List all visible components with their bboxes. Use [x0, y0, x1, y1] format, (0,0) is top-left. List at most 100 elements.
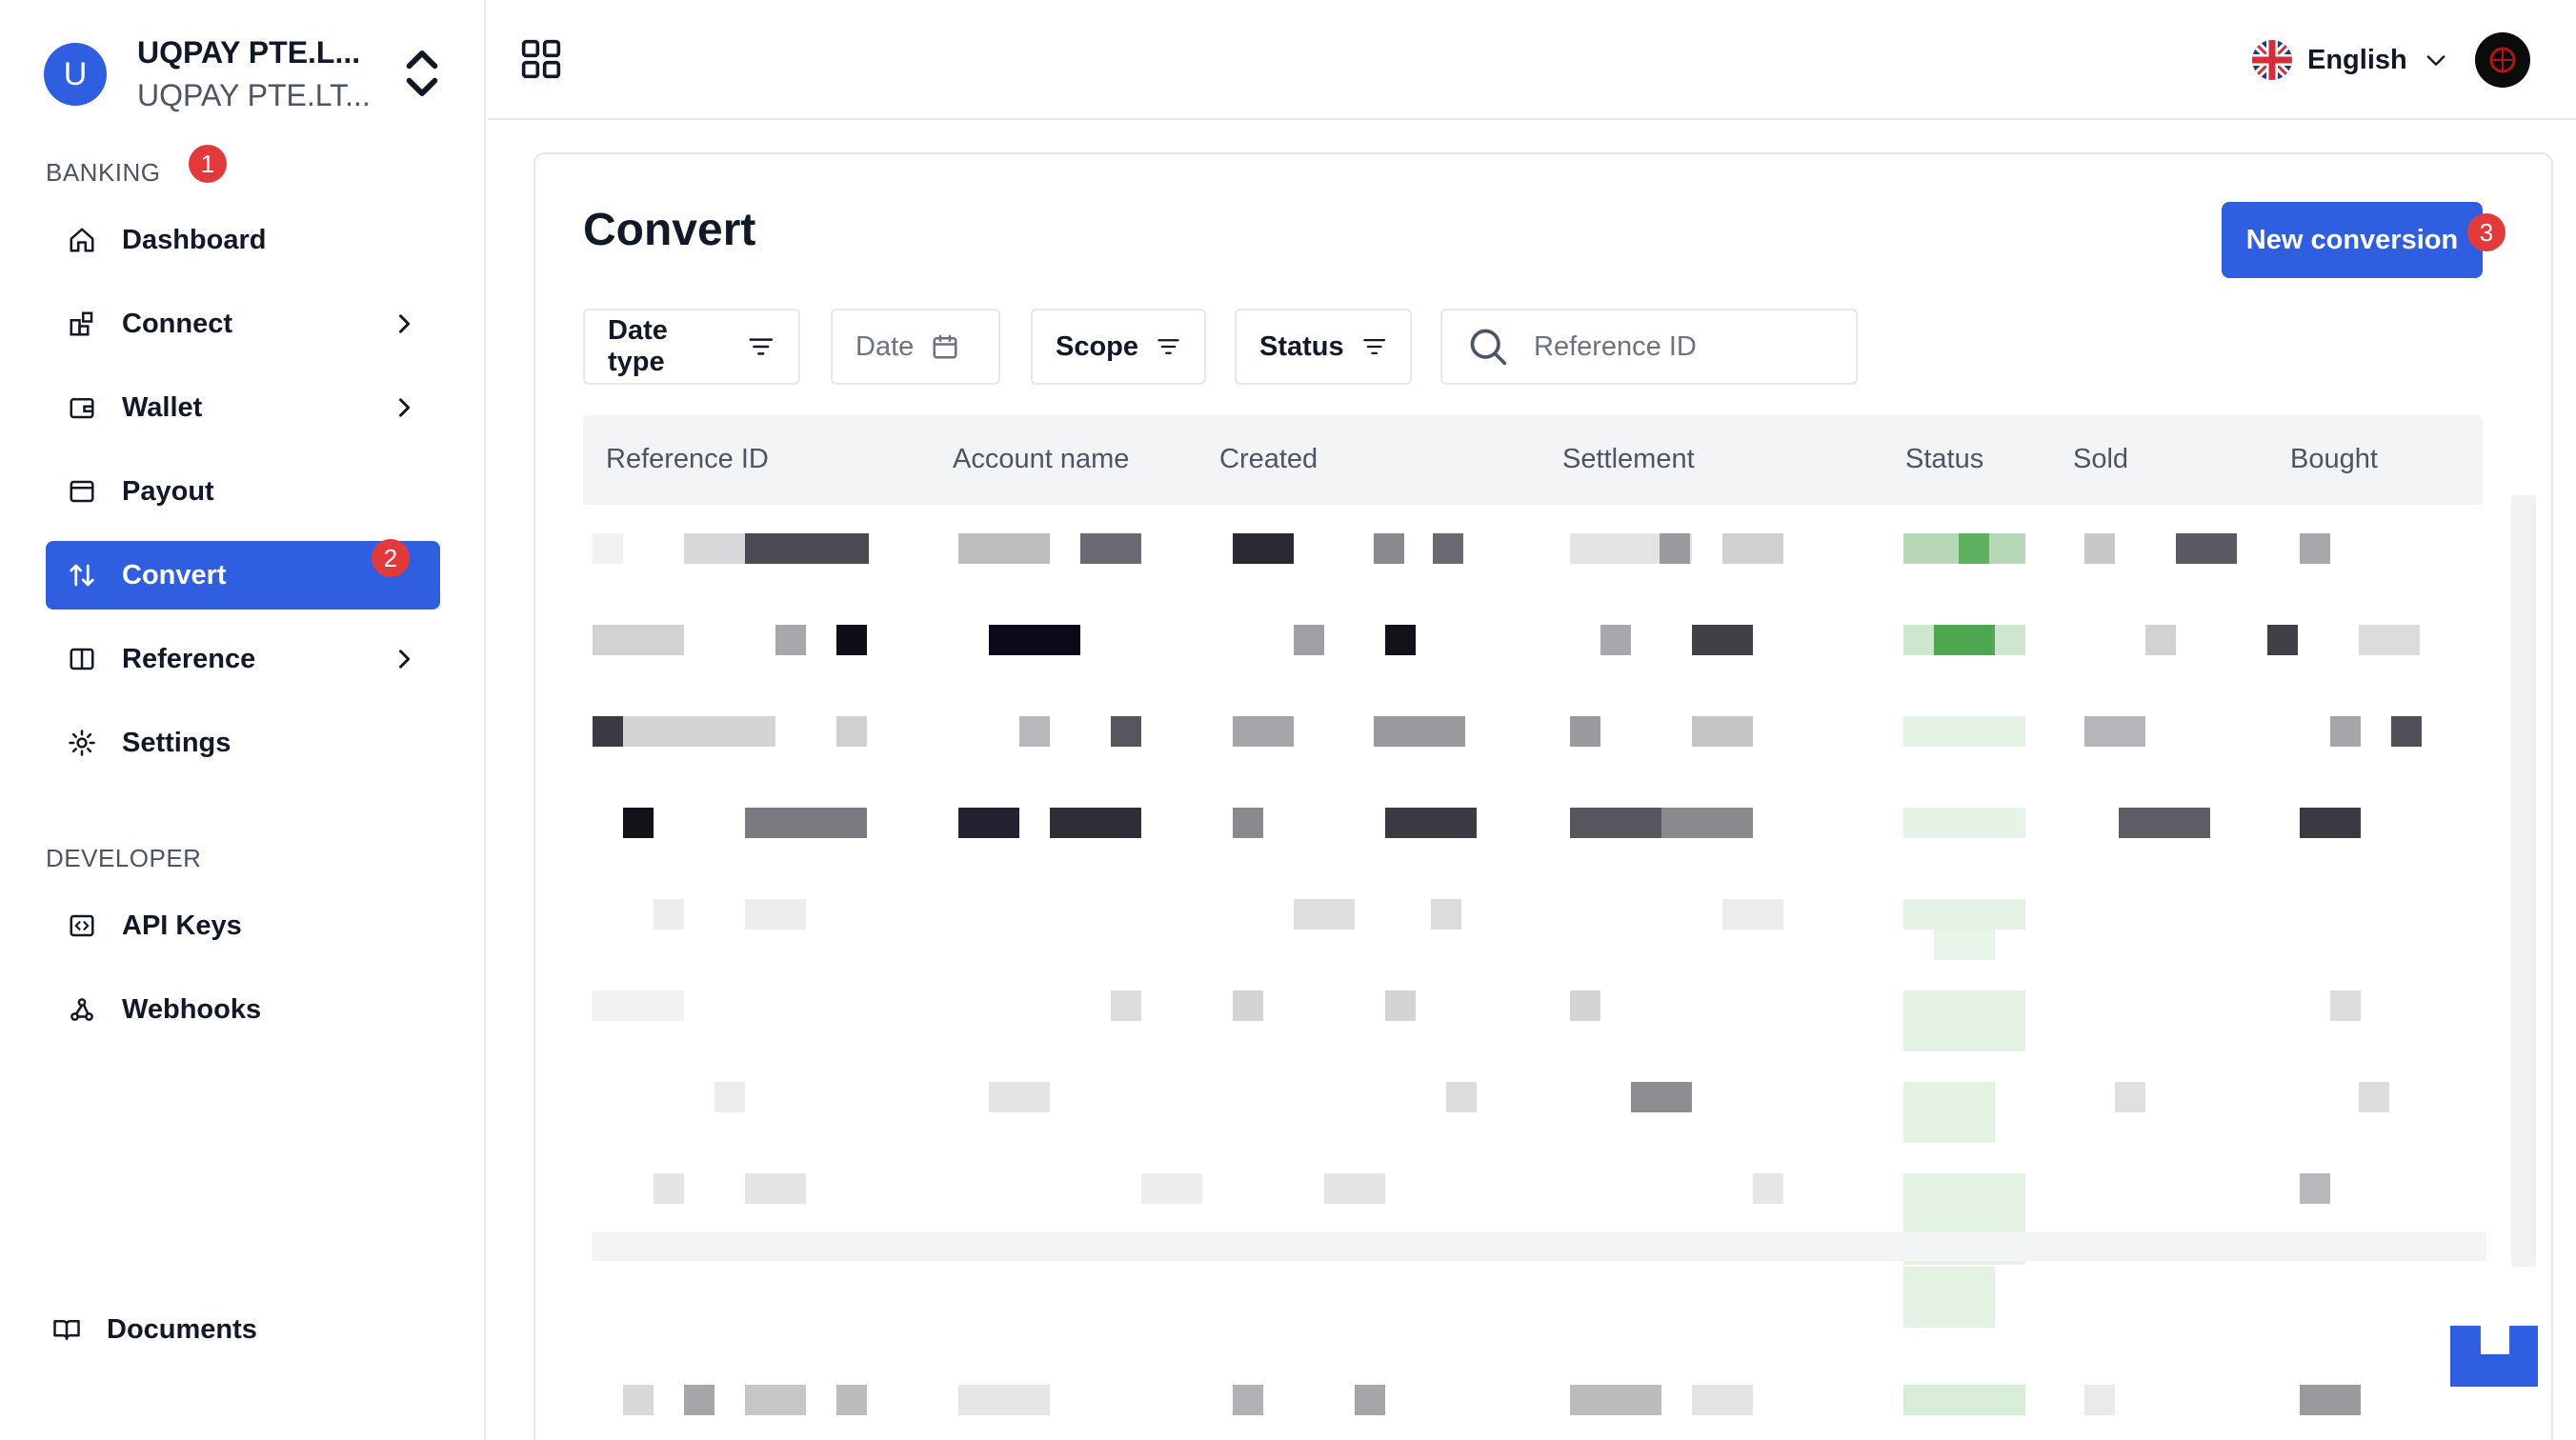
col-status[interactable]: Status [1905, 444, 1983, 475]
table-row[interactable] [583, 505, 2483, 596]
table-body [583, 505, 2483, 1440]
redacted-cell [989, 625, 1080, 655]
sidebar-item-connect[interactable]: Connect [46, 290, 440, 358]
redacted-cell [1019, 716, 1050, 747]
sidebar-item-label: Settings [122, 727, 231, 758]
filter-date-type[interactable]: Date type [583, 309, 800, 385]
redacted-cell [958, 1385, 1050, 1415]
col-sold[interactable]: Sold [2073, 444, 2128, 475]
redacted-cell [1385, 990, 1416, 1021]
user-avatar[interactable] [2475, 32, 2530, 88]
language-selector[interactable]: English [2252, 36, 2449, 84]
redacted-cell [1374, 533, 1404, 564]
redacted-cell [2084, 533, 2115, 564]
redacted-cell [1570, 990, 1600, 1021]
redacted-cell [1903, 990, 2025, 1051]
redacted-cell [1233, 808, 1263, 838]
sidebar-item-label: Wallet [122, 391, 203, 423]
redacted-cell [836, 625, 867, 655]
filter-status[interactable]: Status [1235, 309, 1412, 385]
filter-label: Date type [608, 315, 668, 377]
sidebar-item-label: Reference [122, 643, 256, 674]
org-subname: UQPAY PTE.LT... [137, 78, 371, 112]
table-row[interactable] [583, 1145, 2483, 1265]
filter-lines-icon [1157, 339, 1179, 354]
sidebar-item-documents[interactable]: Documents [30, 1295, 425, 1364]
org-switcher[interactable]: U UQPAY PTE.L... UQPAY PTE.LT... [44, 27, 444, 122]
redacted-cell [2330, 990, 2361, 1021]
table-row[interactable] [583, 1257, 2483, 1349]
redacted-cell [2300, 1385, 2361, 1415]
redacted-cell [684, 1385, 714, 1415]
filter-date[interactable]: Date [831, 309, 1000, 385]
table-row[interactable] [583, 596, 2483, 688]
col-account-name[interactable]: Account name [953, 444, 1129, 475]
table-row[interactable] [583, 1356, 2483, 1440]
sidebar-item-api-keys[interactable]: API Keys [46, 891, 440, 960]
redacted-cell [2115, 1082, 2145, 1112]
redacted-cell [1600, 625, 1631, 655]
redacted-cell [958, 533, 1050, 564]
redacted-cell [1294, 625, 1324, 655]
sidebar-item-label: API Keys [122, 910, 242, 941]
chevron-right-icon [399, 650, 411, 669]
table-row[interactable] [583, 870, 2483, 962]
new-conversion-button[interactable]: New conversion [2222, 202, 2483, 278]
sidebar-item-webhooks[interactable]: Webhooks [46, 975, 440, 1044]
org-avatar: U [44, 43, 107, 106]
redacted-cell [1111, 990, 1141, 1021]
table-row[interactable] [583, 962, 2483, 1053]
redacted-cell [2359, 1082, 2389, 1112]
sidebar-item-settings[interactable]: Settings [46, 709, 440, 777]
row-separator [593, 1232, 2486, 1261]
redacted-cell [2330, 716, 2361, 747]
sidebar-item-label: Webhooks [122, 993, 262, 1025]
col-bought[interactable]: Bought [2290, 444, 2378, 475]
sidebar-item-reference[interactable]: Reference [46, 625, 440, 693]
book-icon [67, 644, 97, 674]
redacted-cell [1660, 533, 1690, 564]
redacted-cell [2084, 1385, 2115, 1415]
sidebar-item-label: Convert [122, 559, 227, 590]
sidebar-item-payout[interactable]: Payout [46, 457, 440, 526]
chat-widget-button[interactable] [2450, 1326, 2538, 1387]
redacted-cell [623, 1385, 654, 1415]
sidebar-item-dashboard[interactable]: Dashboard [46, 206, 440, 274]
sidebar-item-label: Payout [122, 475, 214, 507]
filter-lines-icon [1362, 339, 1385, 354]
redacted-cell [593, 625, 684, 655]
table-row[interactable] [583, 1053, 2483, 1145]
redacted-cell [1385, 808, 1477, 838]
filter-scope[interactable]: Scope [1031, 309, 1206, 385]
col-settlement[interactable]: Settlement [1562, 444, 1695, 475]
sidebar-item-label: Connect [122, 308, 232, 339]
search-placeholder: Reference ID [1534, 330, 1697, 362]
redacted-cell [1934, 625, 1995, 655]
table-row[interactable] [583, 779, 2483, 870]
redacted-cell [1631, 1082, 1692, 1112]
redacted-cell [654, 899, 684, 930]
reference-search[interactable]: Reference ID [1440, 309, 1858, 385]
redacted-cell [1385, 625, 1416, 655]
chevron-up-down-icon[interactable] [400, 44, 444, 103]
redacted-cell [745, 808, 867, 838]
gear-icon [67, 728, 97, 758]
redacted-cell [1722, 533, 1783, 564]
redacted-cell [958, 808, 1019, 838]
redacted-cell [1111, 716, 1141, 747]
redacted-cell [1903, 1267, 1995, 1328]
scrollbar[interactable] [2511, 495, 2536, 1267]
redacted-cell [1233, 533, 1294, 564]
table-row[interactable] [583, 688, 2483, 779]
redacted-cell [1903, 808, 2025, 838]
grid-icon[interactable] [520, 38, 562, 80]
connect-icon [67, 309, 97, 339]
sidebar-item-wallet[interactable]: Wallet [46, 373, 440, 442]
badge-banking: 1 [189, 145, 227, 183]
redacted-cell [1431, 899, 1461, 930]
col-created[interactable]: Created [1219, 444, 1318, 475]
col-reference-id[interactable]: Reference ID [606, 444, 769, 475]
sidebar-item-convert[interactable]: Convert 2 [46, 539, 440, 610]
redacted-cell [623, 808, 654, 838]
payout-icon [67, 476, 97, 507]
